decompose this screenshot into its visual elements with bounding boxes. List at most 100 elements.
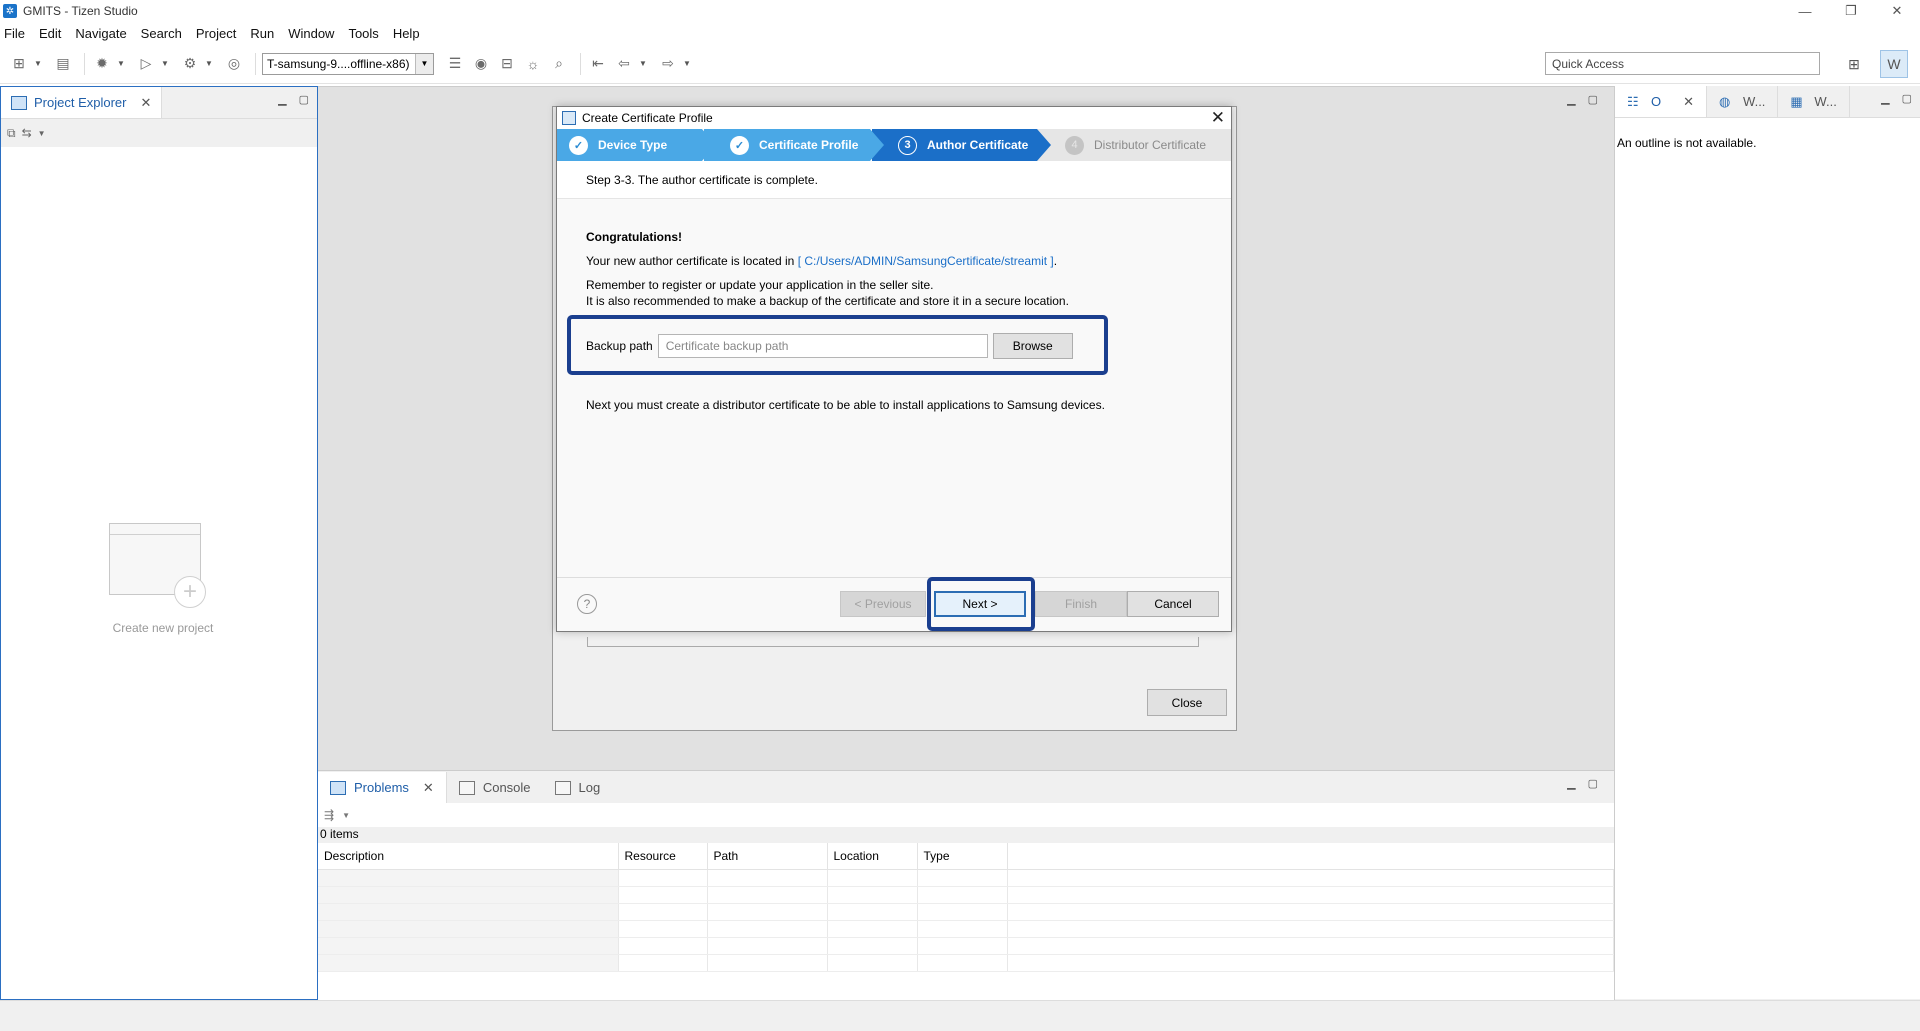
column-location[interactable]: Location [827,843,918,870]
last-edit-icon[interactable]: ⇤ [587,53,609,75]
tab-console[interactable]: Console [447,772,543,803]
table-row [318,903,1614,921]
save-all-icon[interactable]: ▤ [52,53,74,75]
create-certificate-profile-dialog: Create Certificate Profile ✕ ✓ Device Ty… [556,106,1232,632]
column-path[interactable]: Path [707,843,828,870]
minimize-icon[interactable]: ▁ [1567,777,1575,790]
minimize-icon[interactable]: ▁ [1567,93,1575,106]
menu-help[interactable]: Help [393,26,420,41]
tab-web-calc[interactable]: ▦ W... [1778,86,1850,117]
back-dropdown-icon[interactable]: ▼ [639,59,649,68]
project-placeholder-icon: + [109,523,206,608]
tab-project-explorer[interactable]: Project Explorer ✕ [1,87,163,118]
calculator-icon: ▦ [1790,93,1803,109]
menu-window[interactable]: Window [288,26,334,41]
minimize-button[interactable]: — [1782,0,1828,22]
step-label: Device Type [598,138,668,152]
back-icon[interactable]: ⇦ [613,53,635,75]
package-manager-icon[interactable]: ⊟ [496,53,518,75]
outline-panel: ☷ O ✕ ◍ W... ▦ W... ▁ ▢ An outline is no… [1614,86,1920,1000]
web-perspective-icon[interactable]: W [1880,50,1908,78]
view-menu-icon[interactable]: ▼ [38,129,46,138]
external-tools-dropdown-icon[interactable]: ▼ [205,59,215,68]
outline-message: An outline is not available. [1617,136,1757,150]
menu-navigate[interactable]: Navigate [75,26,126,41]
column-type[interactable]: Type [917,843,1008,870]
maximize-icon[interactable]: ▢ [1588,777,1598,790]
debug-icon[interactable]: ✹ [91,53,113,75]
log-icon [554,780,571,795]
outline-tab-label: O [1651,94,1662,109]
device-manager-icon[interactable]: ☰ [444,53,466,75]
create-new-project[interactable]: + Create new project [107,523,219,635]
table-row [318,954,1614,972]
column-description[interactable]: Description [318,843,619,870]
menu-run[interactable]: Run [250,26,274,41]
close-icon[interactable]: ✕ [140,95,151,111]
menu-edit[interactable]: Edit [39,26,61,41]
search-doc-icon[interactable]: ⌕ [548,53,570,75]
collapse-all-icon[interactable]: ⧉ [7,126,16,141]
browse-button[interactable]: Browse [992,333,1073,359]
menu-file[interactable]: File [4,26,25,41]
run-icon[interactable]: ▷ [135,53,157,75]
chevron-down-icon[interactable]: ▼ [415,53,433,74]
close-icon[interactable]: ✕ [423,780,434,796]
quick-access-input[interactable]: Quick Access [1545,52,1820,75]
device-select[interactable]: T-samsung-9....offline-x86) ▼ [262,52,434,75]
external-tools-icon[interactable]: ⚙ [179,53,201,75]
debug-dropdown-icon[interactable]: ▼ [117,59,127,68]
dialog-title: Create Certificate Profile [582,111,713,125]
next-button[interactable]: Next > [934,591,1026,617]
plus-icon: + [174,576,206,608]
tab-outline[interactable]: ☷ O ✕ [1615,86,1708,117]
previous-button[interactable]: < Previous [840,591,926,617]
run-dropdown-icon[interactable]: ▼ [161,59,171,68]
tab-log[interactable]: Log [543,772,613,803]
open-perspective-icon[interactable]: ⊞ [1840,50,1868,78]
stop-icon[interactable]: ◎ [223,53,245,75]
tab-web-inspector[interactable]: ◍ W... [1707,86,1779,117]
restore-button[interactable]: ❐ [1828,0,1874,22]
forward-dropdown-icon[interactable]: ▼ [683,59,693,68]
close-icon[interactable]: ✕ [1683,94,1694,110]
step-header: Step 3-3. The author certificate is comp… [557,161,1231,199]
log-tab-label: Log [578,780,601,795]
minimize-icon[interactable]: ▁ [1881,92,1889,105]
table-row [318,920,1614,938]
view-menu-icon[interactable]: ▼ [342,811,350,820]
wizard-steps: ✓ Device Type ✓ Certificate Profile 3 Au… [557,129,1231,161]
menu-project[interactable]: Project [196,26,236,41]
minimize-icon[interactable]: ▁ [278,93,286,106]
web-tab2-label: W... [1814,94,1837,109]
problems-tab-label: Problems [354,780,409,795]
link-editor-icon[interactable]: ⇆ [22,126,32,140]
maximize-icon[interactable]: ▢ [1902,92,1912,105]
project-explorer-icon [11,95,27,110]
backup-path-input[interactable]: Certificate backup path [657,334,988,358]
help-icon[interactable]: ? [577,594,597,614]
emulator-icon[interactable]: ◉ [470,53,492,75]
menu-tools[interactable]: Tools [348,26,378,41]
dialog-body: Congratulations! Your new author certifi… [557,199,1231,571]
new-icon[interactable]: ⊞ [8,53,30,75]
close-window-button[interactable]: ✕ [1874,0,1920,22]
maximize-icon[interactable]: ▢ [1588,93,1598,106]
filter-icon[interactable]: ⇶ [324,808,334,822]
finish-button[interactable]: Finish [1035,591,1127,617]
title-bar: ✲ GMITS - Tizen Studio — ❐ ✕ [0,0,1920,22]
column-resource[interactable]: Resource [618,843,708,870]
new-dropdown-icon[interactable]: ▼ [34,59,44,68]
certificate-manager-icon[interactable]: ☼ [522,53,544,75]
dialog-title-bar: Create Certificate Profile ✕ [557,107,1231,129]
next-step-info: Next you must create a distributor certi… [586,398,1105,412]
window-title: GMITS - Tizen Studio [23,4,138,18]
maximize-icon[interactable]: ▢ [299,93,309,106]
close-icon[interactable]: ✕ [1211,108,1225,128]
tab-problems[interactable]: Problems ✕ [318,772,447,803]
menu-search[interactable]: Search [141,26,182,41]
close-button[interactable]: Close [1147,689,1227,716]
globe-icon: ◍ [1719,93,1731,109]
cancel-button[interactable]: Cancel [1127,591,1219,617]
forward-icon[interactable]: ⇨ [657,53,679,75]
